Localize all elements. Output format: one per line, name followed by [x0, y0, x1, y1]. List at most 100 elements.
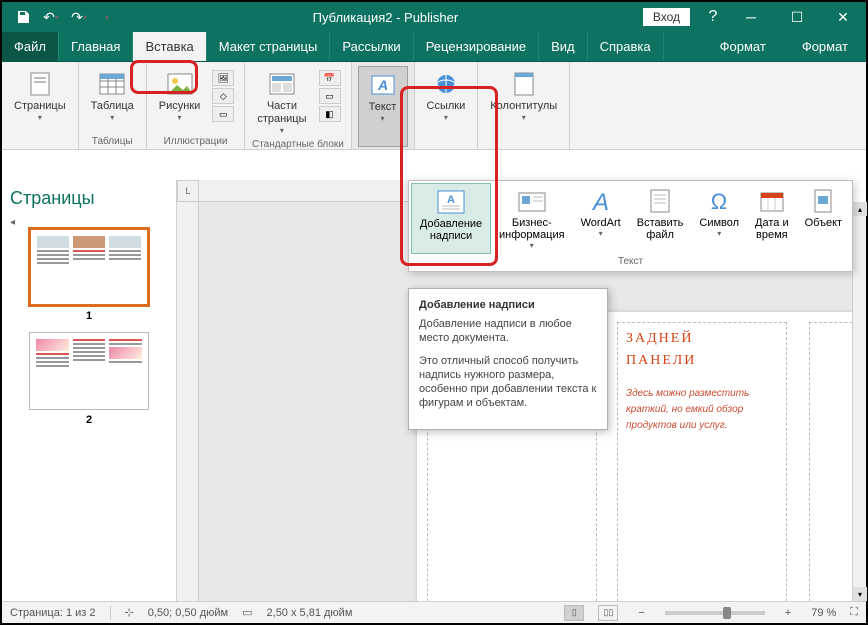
- status-bar: Страница: 1 из 2 ⊹ 0,50; 0,50 дюйм ▭ 2,5…: [2, 601, 866, 623]
- borders-button[interactable]: ▭: [319, 88, 341, 104]
- chevron-down-icon: ▾: [444, 113, 448, 122]
- vertical-scrollbar[interactable]: ▴ ▾: [852, 202, 866, 601]
- ads-button[interactable]: ◧: [319, 106, 341, 122]
- title-bar: ↶▾ ↷▾ ▾ Публикация2 - Publisher Вход ? ─…: [2, 2, 866, 32]
- close-button[interactable]: ✕: [820, 2, 866, 32]
- tab-format-2[interactable]: Формат: [784, 32, 866, 61]
- zoom-in-button[interactable]: +: [779, 607, 797, 619]
- fit-page-button[interactable]: ⛶: [850, 606, 858, 619]
- page-parts-button[interactable]: Части страницы ▾: [251, 66, 312, 137]
- scroll-down-button[interactable]: ▾: [853, 587, 867, 601]
- tab-file[interactable]: Файл: [2, 32, 59, 61]
- group-header-footer: Колонтитулы ▾: [478, 62, 570, 149]
- zoom-out-button[interactable]: −: [632, 607, 650, 619]
- text-button[interactable]: A Текст ▾: [358, 66, 408, 147]
- page-parts-icon: [268, 70, 296, 98]
- group-building-blocks: Части страницы ▾ 📅 ▭ ◧ Стандартные блоки: [245, 62, 351, 149]
- tab-page-layout[interactable]: Макет страницы: [207, 32, 331, 61]
- svg-text:A: A: [591, 189, 609, 214]
- zoom-slider[interactable]: [665, 611, 765, 615]
- calendar-icon: [756, 187, 788, 215]
- illustration-small-buttons: 🖼 ◇ ▭: [208, 66, 238, 134]
- panel-collapse-icon[interactable]: ◂: [10, 217, 168, 228]
- page-thumb-1[interactable]: 1: [10, 228, 168, 322]
- svg-text:Ω: Ω: [711, 189, 727, 213]
- qat-customize-icon[interactable]: ▾: [98, 8, 116, 26]
- zoom-thumb[interactable]: [723, 607, 731, 619]
- textbox-button[interactable]: A Добавление надписи: [411, 183, 491, 254]
- file-icon: [644, 187, 676, 215]
- table-icon: [98, 70, 126, 98]
- maximize-button[interactable]: ☐: [774, 2, 820, 32]
- tab-format-1[interactable]: Формат: [702, 32, 784, 61]
- status-position-icon: ⊹: [125, 606, 134, 619]
- ribbon-tabs: Файл Главная Вставка Макет страницы Расс…: [2, 32, 866, 62]
- page-column-3[interactable]: Название организации Основной адрес орга…: [809, 322, 852, 601]
- tab-home[interactable]: Главная: [59, 32, 133, 61]
- symbol-button[interactable]: Ω Символ▾: [691, 183, 747, 254]
- picture-placeholder-button[interactable]: ▭: [212, 106, 234, 122]
- date-time-button[interactable]: Дата и время: [747, 183, 797, 254]
- pages-panel: Страницы ◂ 1 2: [2, 180, 177, 601]
- ruler-corner[interactable]: L: [177, 180, 199, 202]
- blocks-small-buttons: 📅 ▭ ◧: [315, 66, 345, 137]
- business-info-button[interactable]: Бизнес- информация▾: [491, 183, 573, 254]
- zoom-level[interactable]: 79 %: [811, 607, 836, 619]
- pictures-button[interactable]: Рисунки ▾: [153, 66, 207, 134]
- picture-icon: [166, 70, 194, 98]
- svg-text:A: A: [447, 194, 455, 206]
- chevron-down-icon: ▾: [110, 113, 114, 122]
- login-button[interactable]: Вход: [643, 8, 690, 26]
- group-links: Ссылки ▾: [415, 62, 479, 149]
- ruler-vertical[interactable]: [177, 202, 199, 601]
- tab-view[interactable]: Вид: [539, 32, 588, 61]
- panel-title: Страницы: [10, 188, 168, 209]
- status-position: 0,50; 0,50 дюйм: [148, 607, 228, 619]
- view-spread-button[interactable]: ▯▯: [598, 605, 618, 621]
- pages-button[interactable]: Страницы ▾: [8, 66, 72, 145]
- save-icon[interactable]: [14, 8, 32, 26]
- tab-mailings[interactable]: Рассылки: [330, 32, 413, 61]
- svg-text:A: A: [376, 77, 387, 93]
- links-button[interactable]: Ссылки ▾: [421, 66, 472, 147]
- ribbon: Страницы ▾ Таблица ▾ Таблицы Рисунки ▾ 🖼: [2, 62, 866, 150]
- link-icon: [432, 70, 460, 98]
- flyout-group-label: Текст: [411, 254, 850, 269]
- group-pages: Страницы ▾: [2, 62, 79, 149]
- minimize-button[interactable]: ─: [728, 2, 774, 32]
- status-size-icon: ▭: [242, 606, 252, 619]
- quick-access-toolbar: ↶▾ ↷▾ ▾: [2, 8, 128, 26]
- shapes-button[interactable]: ◇: [212, 88, 234, 104]
- wordart-icon: A: [585, 187, 617, 215]
- tooltip-text-2: Это отличный способ получить надпись нуж…: [419, 354, 597, 411]
- wordart-button[interactable]: A WordArt▾: [573, 183, 629, 254]
- tab-review[interactable]: Рецензирование: [414, 32, 539, 61]
- chevron-down-icon: ▾: [522, 113, 526, 122]
- tab-insert[interactable]: Вставка: [133, 32, 206, 61]
- insert-file-button[interactable]: Вставить файл: [629, 183, 692, 254]
- textbox-icon: A: [435, 188, 467, 216]
- header-footer-button[interactable]: Колонтитулы ▾: [484, 66, 563, 147]
- business-icon: [516, 187, 548, 215]
- calendars-button[interactable]: 📅: [319, 70, 341, 86]
- page-thumb-2[interactable]: 2: [10, 332, 168, 426]
- chevron-down-icon: ▾: [38, 113, 42, 122]
- text-icon: A: [369, 71, 397, 99]
- scroll-up-button[interactable]: ▴: [853, 202, 867, 216]
- status-page[interactable]: Страница: 1 из 2: [10, 607, 96, 619]
- chevron-down-icon: ▾: [280, 126, 284, 135]
- table-button[interactable]: Таблица ▾: [85, 66, 140, 134]
- view-single-button[interactable]: ▯: [564, 605, 584, 621]
- group-illustrations: Рисунки ▾ 🖼 ◇ ▭ Иллюстрации: [147, 62, 246, 149]
- page-column-2[interactable]: ЗАДНЕЙ ПАНЕЛИ Здесь можно разместить кра…: [617, 322, 787, 601]
- status-size: 2,50 x 5,81 дюйм: [267, 607, 353, 619]
- online-pictures-button[interactable]: 🖼: [212, 70, 234, 86]
- window-title: Публикация2 - Publisher: [128, 10, 643, 25]
- undo-icon[interactable]: ↶▾: [42, 8, 60, 26]
- object-button[interactable]: Объект: [797, 183, 850, 254]
- help-icon[interactable]: ?: [698, 2, 728, 32]
- tab-help[interactable]: Справка: [588, 32, 664, 61]
- tooltip-title: Добавление надписи: [419, 299, 597, 311]
- redo-icon[interactable]: ↷▾: [70, 8, 88, 26]
- text-flyout: A Добавление надписи Бизнес- информация▾…: [408, 180, 853, 272]
